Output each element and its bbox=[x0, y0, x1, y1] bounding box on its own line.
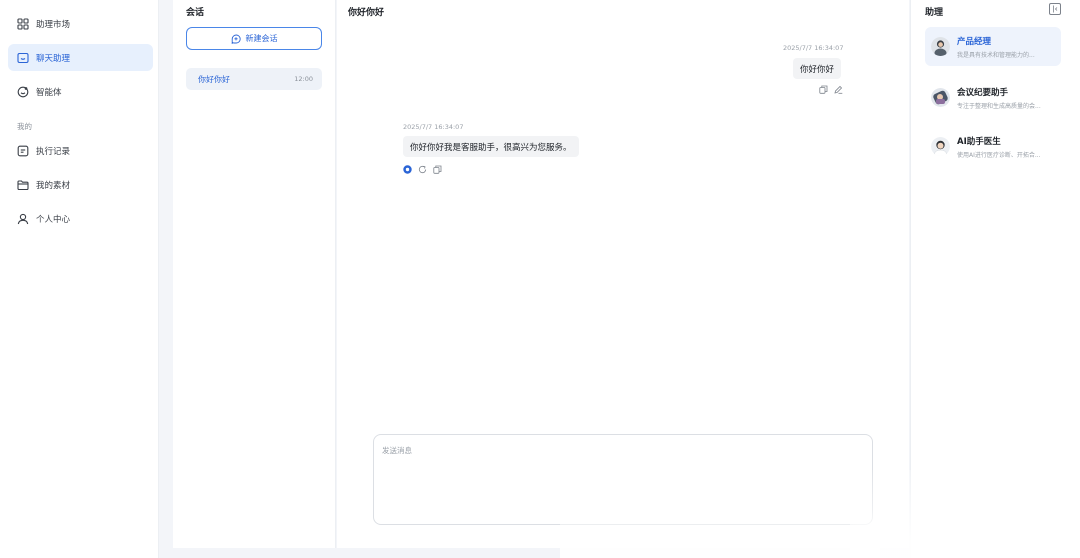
nav-item-my-materials[interactable]: 我的素材 bbox=[8, 171, 153, 198]
assistant-desc: 专注于整理和生成高质量的会... bbox=[957, 102, 1041, 110]
collapse-icon bbox=[1053, 5, 1058, 13]
assistant-desc: 我是具有技术和管理能力的... bbox=[957, 51, 1035, 59]
assistant-message-tools bbox=[403, 165, 442, 174]
chat-panel: 你好你好 2025/7/7 16:34:07 你好你好 2025/7/7 16:… bbox=[337, 0, 909, 548]
assistant-message-bubble: 你好你好我是客服助手，很高兴为您服务。 bbox=[403, 136, 579, 157]
assistants-panel: 助理 产品经理 我是具有技术和管理能力的... 会议纪要助手 专注于整理和生成高… bbox=[910, 0, 1080, 558]
assistant-card-product-manager[interactable]: 产品经理 我是具有技术和管理能力的... bbox=[925, 27, 1061, 66]
assistant-name: 会议纪要助手 bbox=[957, 87, 1009, 98]
grid-icon bbox=[17, 17, 29, 30]
avatar bbox=[931, 37, 950, 56]
assistants-title: 助理 bbox=[925, 8, 944, 18]
nav-item-execution-records[interactable]: 执行记录 bbox=[8, 137, 153, 164]
session-title: 你好你好 bbox=[198, 74, 230, 84]
nav-item-personal-center[interactable]: 个人中心 bbox=[8, 205, 153, 232]
message-input[interactable] bbox=[374, 435, 872, 524]
agent-icon bbox=[17, 86, 29, 98]
nav-item-label: 个人中心 bbox=[36, 214, 71, 225]
session-time: 12:00 bbox=[294, 75, 313, 83]
user-message-tools bbox=[819, 85, 843, 94]
chat-title: 你好你好 bbox=[348, 8, 385, 18]
regenerate-icon[interactable] bbox=[418, 165, 427, 174]
assistant-card-ai-doctor[interactable]: AI助手医生 使用AI进行医疗诊断、开拓合... bbox=[925, 127, 1061, 166]
folder-icon bbox=[17, 179, 29, 191]
nav-section-mine: 我的 bbox=[17, 122, 32, 131]
sessions-title: 会话 bbox=[186, 8, 205, 18]
collapse-panel-button[interactable] bbox=[1049, 3, 1061, 15]
new-chat-label: 新建会话 bbox=[245, 34, 278, 43]
assistant-name: AI助手医生 bbox=[957, 136, 1001, 147]
message-timestamp: 2025/7/7 16:34:07 bbox=[403, 123, 464, 131]
assistant-card-meeting-minutes[interactable]: 会议纪要助手 专注于整理和生成高质量的会... bbox=[925, 78, 1061, 117]
session-item[interactable]: 你好你好 12:00 bbox=[186, 68, 322, 90]
new-chat-button[interactable]: 新建会话 bbox=[186, 27, 322, 50]
assistant-desc: 使用AI进行医疗诊断、开拓合... bbox=[957, 151, 1041, 159]
user-icon bbox=[17, 213, 29, 225]
nav-item-label: 我的素材 bbox=[36, 180, 71, 191]
nav-item-label: 智能体 bbox=[36, 87, 62, 98]
sessions-panel: 会话 新建会话 你好你好 12:00 bbox=[173, 0, 336, 548]
avatar bbox=[931, 137, 950, 156]
left-nav: 助理市场 聊天助理 智能体 我的 执行记录 我的素材 个人中心 bbox=[0, 0, 159, 558]
assistant-name: 产品经理 bbox=[957, 36, 992, 47]
copy-icon[interactable] bbox=[819, 85, 828, 94]
nav-item-label: 执行记录 bbox=[36, 146, 71, 157]
nav-item-label: 聊天助理 bbox=[36, 53, 71, 64]
nav-item-assistant-market[interactable]: 助理市场 bbox=[8, 10, 153, 37]
speak-icon[interactable] bbox=[403, 165, 412, 174]
copy-icon[interactable] bbox=[433, 165, 442, 174]
chat-bubble-icon bbox=[17, 52, 29, 64]
edit-icon[interactable] bbox=[834, 85, 843, 94]
nav-item-chat-assistant[interactable]: 聊天助理 bbox=[8, 44, 153, 71]
message-composer bbox=[373, 434, 873, 525]
user-message-bubble: 你好你好 bbox=[793, 58, 842, 79]
nav-item-agent[interactable]: 智能体 bbox=[8, 78, 153, 105]
nav-item-label: 助理市场 bbox=[36, 19, 71, 30]
new-chat-icon bbox=[231, 34, 241, 44]
record-icon bbox=[17, 145, 29, 157]
avatar bbox=[931, 88, 950, 107]
message-timestamp: 2025/7/7 16:34:07 bbox=[783, 44, 844, 52]
